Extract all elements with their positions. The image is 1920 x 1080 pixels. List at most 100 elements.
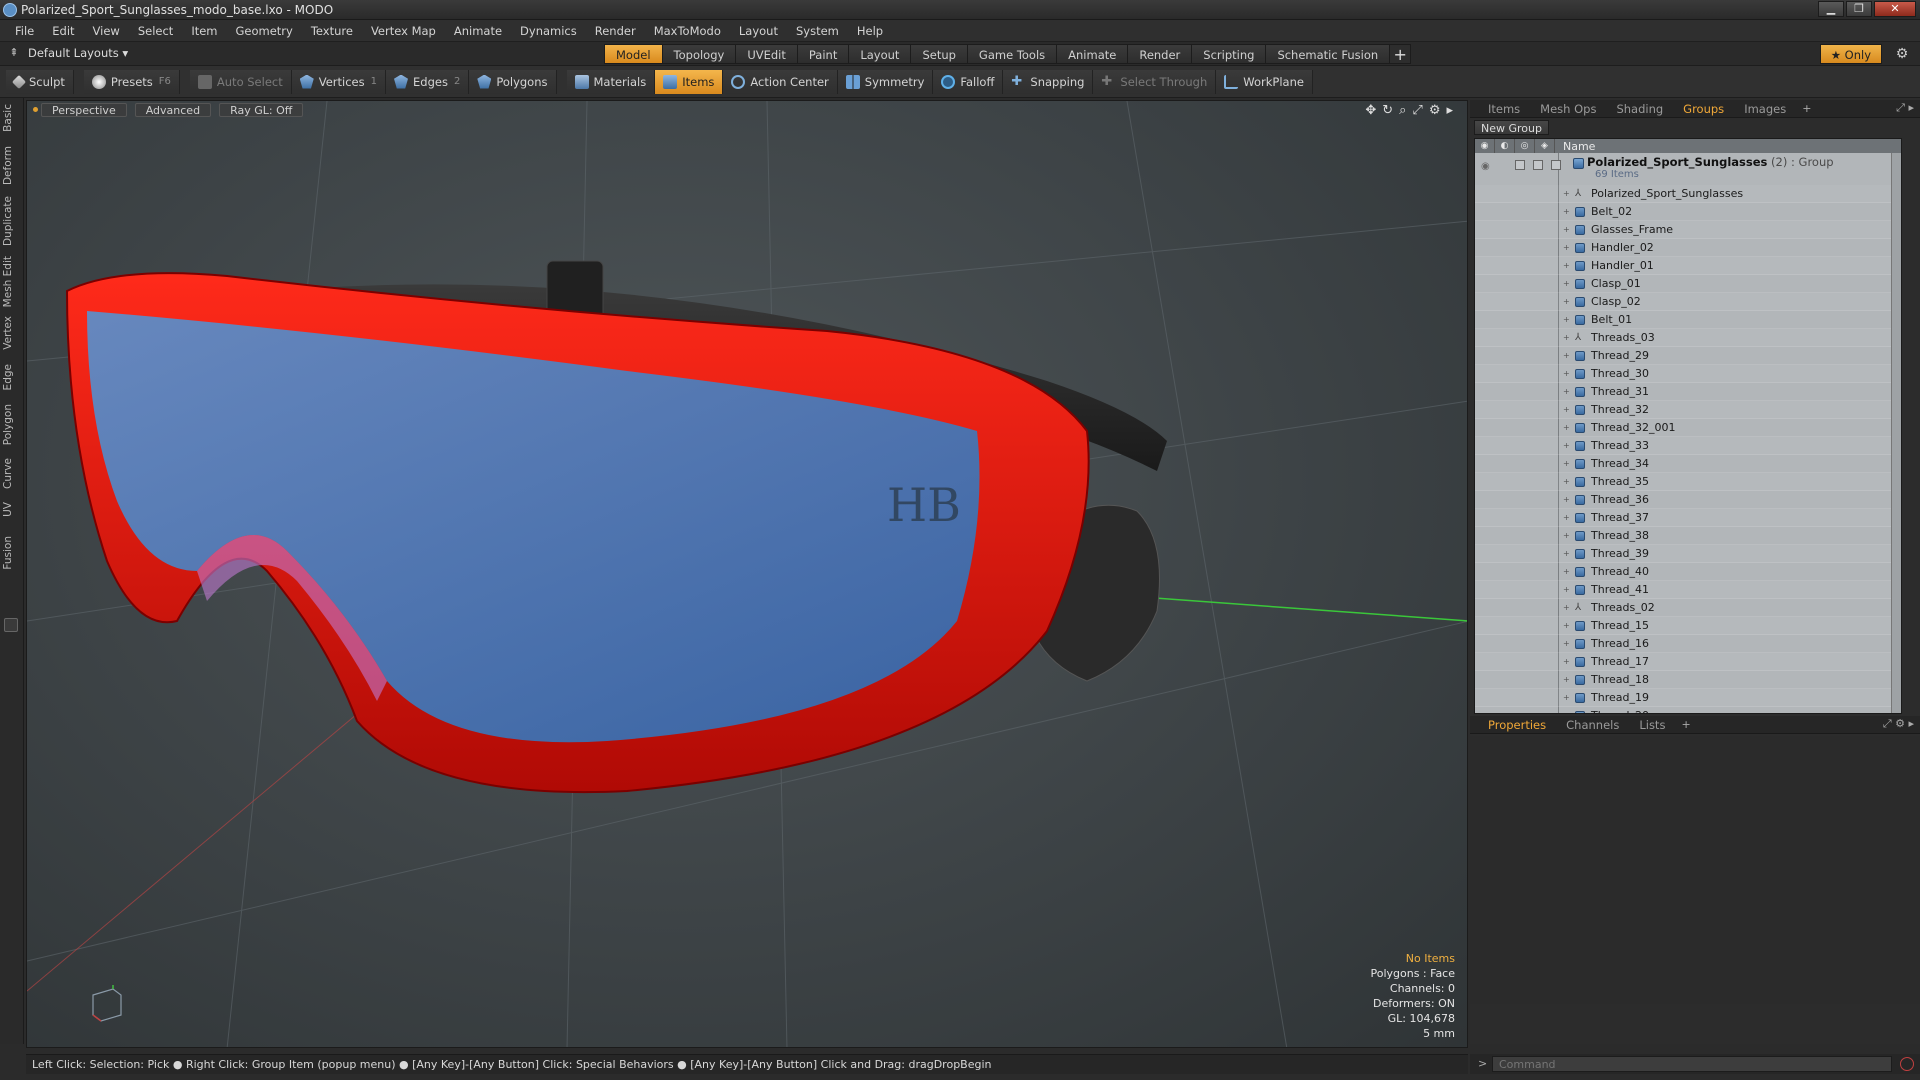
expand-icon[interactable]: + xyxy=(1563,203,1570,221)
menu-animate[interactable]: Animate xyxy=(445,24,511,38)
tree-row[interactable]: + Thread_32 xyxy=(1475,401,1901,419)
render-column-icon[interactable]: ◐ xyxy=(1495,139,1515,153)
group-row[interactable]: ◉ Polarized_Sport_Sunglasses (2) : Group… xyxy=(1475,153,1901,185)
menu-dynamics[interactable]: Dynamics xyxy=(511,24,586,38)
tab-lists[interactable]: Lists xyxy=(1629,716,1675,734)
expand-icon[interactable]: + xyxy=(1563,239,1570,257)
menu-item[interactable]: Item xyxy=(182,24,226,38)
menu-file[interactable]: File xyxy=(6,24,43,38)
materials-button[interactable]: Materials xyxy=(566,69,656,94)
falloff-button[interactable]: Falloff xyxy=(933,69,1004,94)
add-panel-tab-button[interactable]: + xyxy=(1796,102,1817,115)
tab-scripting[interactable]: Scripting xyxy=(1191,44,1266,64)
sculpt-button[interactable]: Sculpt xyxy=(6,69,74,94)
tree-row[interactable]: + Thread_19 xyxy=(1475,689,1901,707)
menu-system[interactable]: System xyxy=(787,24,848,38)
add-properties-tab-button[interactable]: + xyxy=(1675,718,1696,731)
expand-icon[interactable]: + xyxy=(1563,581,1570,599)
expand-icon[interactable]: + xyxy=(1563,275,1570,293)
tree-row[interactable]: + Clasp_02 xyxy=(1475,293,1901,311)
expand-icon[interactable]: + xyxy=(1563,599,1570,617)
expand-icon[interactable]: + xyxy=(1563,365,1570,383)
lock-toggle[interactable] xyxy=(1533,160,1543,170)
tab-properties[interactable]: Properties xyxy=(1470,716,1556,734)
select-column-icon[interactable]: ◈ xyxy=(1535,139,1555,153)
expand-icon[interactable]: + xyxy=(1563,635,1570,653)
menu-render[interactable]: Render xyxy=(586,24,645,38)
tree-row[interactable]: + Thread_40 xyxy=(1475,563,1901,581)
action-center-button[interactable]: Action Center xyxy=(723,69,838,94)
tree-row[interactable]: + Handler_01 xyxy=(1475,257,1901,275)
add-layout-tab-button[interactable]: + xyxy=(1389,44,1412,64)
tree-row[interactable]: + Clasp_01 xyxy=(1475,275,1901,293)
polygons-button[interactable]: Polygons xyxy=(469,69,557,94)
tree-row[interactable]: + Handler_02 xyxy=(1475,239,1901,257)
properties-panel-icons[interactable]: ⤢ ⚙ ▸ xyxy=(1883,717,1914,731)
tree-row[interactable]: + ⅄ Polarized_Sport_Sunglasses xyxy=(1475,185,1901,203)
tree-scrollbar[interactable] xyxy=(1891,153,1901,713)
tab-mesh-ops[interactable]: Mesh Ops xyxy=(1530,100,1606,118)
tab-game-tools[interactable]: Game Tools xyxy=(966,44,1057,64)
tree-row[interactable]: + Thread_39 xyxy=(1475,545,1901,563)
menu-layout[interactable]: Layout xyxy=(730,24,787,38)
expand-icon[interactable]: + xyxy=(1563,419,1570,437)
tree-row[interactable]: + Thread_15 xyxy=(1475,617,1901,635)
expand-icon[interactable]: + xyxy=(1563,671,1570,689)
menu-vertex-map[interactable]: Vertex Map xyxy=(362,24,445,38)
edges-button[interactable]: Edges 2 xyxy=(386,69,470,94)
symmetry-button[interactable]: Symmetry xyxy=(837,69,934,94)
tree-row[interactable]: + Thread_37 xyxy=(1475,509,1901,527)
menu-texture[interactable]: Texture xyxy=(302,24,362,38)
tab-items[interactable]: Items xyxy=(1470,100,1530,118)
fit-icon[interactable]: ⤢ xyxy=(1412,103,1422,118)
vtab-fusion[interactable]: Fusion xyxy=(2,536,22,570)
tree-row[interactable]: + Glasses_Frame xyxy=(1475,221,1901,239)
expand-icon[interactable]: + xyxy=(1563,617,1570,635)
expand-icon[interactable]: + xyxy=(1563,293,1570,311)
expand-icon[interactable]: + xyxy=(1563,563,1570,581)
select-through-button[interactable]: ✚ Select Through xyxy=(1093,69,1217,94)
record-icon[interactable] xyxy=(1900,1057,1914,1071)
tab-topology[interactable]: Topology xyxy=(661,44,736,64)
tab-schematic-fusion[interactable]: Schematic Fusion xyxy=(1265,44,1390,64)
vertices-button[interactable]: Vertices 1 xyxy=(291,69,386,94)
vtab-vertex[interactable]: Vertex xyxy=(2,316,22,350)
menu-geometry[interactable]: Geometry xyxy=(227,24,302,38)
expand-icon[interactable]: + xyxy=(1563,221,1570,239)
viewport-menu-icon[interactable]: ▸ xyxy=(1446,103,1453,118)
tree-row[interactable]: + Thread_18 xyxy=(1475,671,1901,689)
tab-model[interactable]: Model xyxy=(604,44,662,64)
expand-icon[interactable]: + xyxy=(1563,509,1570,527)
tree-row[interactable]: + Thread_35 xyxy=(1475,473,1901,491)
expand-icon[interactable]: + xyxy=(1563,473,1570,491)
tree-row[interactable]: + Thread_17 xyxy=(1475,653,1901,671)
menu-edit[interactable]: Edit xyxy=(43,24,83,38)
expand-icon[interactable]: + xyxy=(1563,185,1570,203)
items-button[interactable]: Items xyxy=(655,69,724,94)
tab-images[interactable]: Images xyxy=(1734,100,1796,118)
lock-column-icon[interactable]: ◎ xyxy=(1515,139,1535,153)
shading-dropdown[interactable]: Advanced xyxy=(134,103,212,117)
vtab-duplicate[interactable]: Duplicate xyxy=(2,196,22,246)
tree-row[interactable]: + Thread_29 xyxy=(1475,347,1901,365)
tree-row[interactable]: + Thread_20 xyxy=(1475,707,1901,713)
minimize-button[interactable]: ▁ xyxy=(1818,1,1844,17)
workplane-button[interactable]: WorkPlane xyxy=(1216,69,1313,94)
expand-icon[interactable]: + xyxy=(1563,257,1570,275)
viewport-settings-icon[interactable]: ⚙ xyxy=(1429,103,1441,118)
expand-icon[interactable]: + xyxy=(1563,491,1570,509)
menu-maxtomodo[interactable]: MaxToModo xyxy=(645,24,730,38)
only-toggle[interactable]: ★ Only xyxy=(1819,44,1882,64)
tab-uvedit[interactable]: UVEdit xyxy=(735,44,797,64)
tab-layout[interactable]: Layout xyxy=(848,44,911,64)
tree-row[interactable]: + ⅄ Threads_03 xyxy=(1475,329,1901,347)
panel-toggle-button[interactable] xyxy=(4,618,18,632)
vtab-curve[interactable]: Curve xyxy=(2,458,22,489)
tree-row[interactable]: + Thread_34 xyxy=(1475,455,1901,473)
tab-paint[interactable]: Paint xyxy=(796,44,849,64)
vtab-edge[interactable]: Edge xyxy=(2,364,22,390)
expand-icon[interactable]: + xyxy=(1563,653,1570,671)
rotate-icon[interactable]: ↻ xyxy=(1382,103,1393,118)
tree-row[interactable]: + Belt_01 xyxy=(1475,311,1901,329)
vtab-mesh-edit[interactable]: Mesh Edit xyxy=(2,256,22,307)
